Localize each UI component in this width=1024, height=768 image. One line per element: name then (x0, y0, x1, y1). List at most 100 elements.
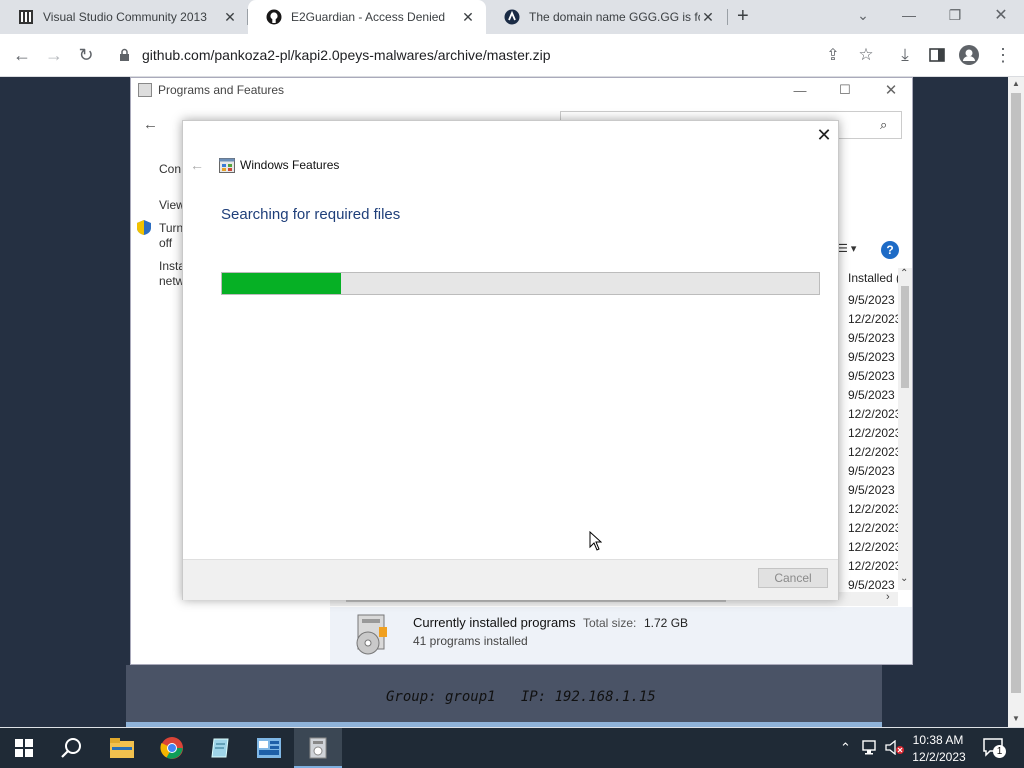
start-button[interactable] (0, 728, 48, 768)
program-installed-date[interactable]: 12/2/2023 (848, 407, 901, 421)
program-installed-date[interactable]: 12/2/2023 (848, 426, 901, 440)
start-icon (15, 739, 33, 757)
tab-title: Visual Studio Community 2013 (43, 10, 207, 24)
sidebar-link-turn-features-line2[interactable]: off (159, 236, 172, 250)
notification-center-button[interactable]: 1 (982, 736, 1006, 758)
remote-group-label: Group: group1 IP: 192.168.1.15 (386, 689, 656, 705)
tab-domain-ggg[interactable]: The domain name GGG.GG is fo ✕ (486, 0, 726, 34)
back-arrow-icon[interactable]: ← (190, 157, 204, 173)
chrome-icon (160, 737, 183, 759)
search-button[interactable] (48, 728, 96, 768)
program-list-scrollbar[interactable]: ⌃ ⌄ (898, 268, 912, 590)
program-installed-date[interactable]: 12/2/2023 (848, 502, 901, 516)
program-installed-date[interactable]: 9/5/2023 (848, 369, 895, 383)
notepad-button[interactable] (196, 728, 244, 768)
dialog-title: Windows Features (240, 158, 340, 172)
scroll-down-icon[interactable]: ⌄ (900, 573, 908, 584)
cancel-button[interactable]: Cancel (758, 568, 828, 588)
search-icon (61, 738, 81, 758)
programs-features-button[interactable] (294, 728, 342, 768)
network-icon[interactable] (862, 740, 879, 755)
tab-visual-studio[interactable]: Visual Studio Community 2013 ✕ (0, 0, 248, 34)
clock-time[interactable]: 10:38 AM (912, 733, 964, 747)
program-installed-date[interactable]: 12/2/2023 (848, 445, 901, 459)
program-installed-date[interactable]: 9/5/2023 (848, 331, 895, 345)
bookmark-star-icon[interactable]: ☆ (851, 40, 881, 70)
scroll-up-icon[interactable]: ▲ (1012, 79, 1020, 88)
scroll-up-icon[interactable]: ⌃ (900, 268, 908, 279)
program-installed-date[interactable]: 9/5/2023 (848, 578, 895, 592)
tab-search-icon[interactable]: ⌄ (840, 0, 886, 30)
show-hidden-icons-icon[interactable]: ⌃ (840, 740, 851, 756)
close-window-icon[interactable]: ✕ (871, 80, 911, 100)
share-icon[interactable]: ⇪ (818, 40, 848, 70)
program-installed-date[interactable]: 12/2/2023 (848, 559, 901, 573)
browser-toolbar: ← → ↻ github.com/pankoza2-pl/kapi2.0peys… (0, 34, 1024, 77)
program-installed-date[interactable]: 9/5/2023 (848, 350, 895, 364)
program-installed-date[interactable]: 12/2/2023 (848, 540, 901, 554)
back-arrow-icon[interactable]: ← (143, 116, 158, 133)
lock-icon[interactable] (119, 48, 130, 62)
dialog-heading: Searching for required files (221, 206, 401, 223)
program-installed-date[interactable]: 9/5/2023 (848, 483, 895, 497)
program-installed-date[interactable]: 9/5/2023 (848, 293, 895, 307)
programs-window-icon (138, 83, 152, 97)
page-scrollbar-thumb[interactable] (1011, 93, 1021, 693)
close-tab-icon[interactable]: ✕ (700, 9, 716, 26)
download-icon[interactable]: ⤓ (890, 40, 920, 70)
visual-studio-icon (19, 10, 33, 24)
status-size-value: 1.72 GB (644, 616, 689, 630)
forward-arrow-icon[interactable]: → (39, 40, 69, 70)
restore-icon[interactable]: ❐ (932, 0, 978, 30)
program-installed-date[interactable]: 12/2/2023 (848, 521, 901, 535)
program-installed-date[interactable]: 12/2/2023 (848, 312, 901, 326)
program-installed-date[interactable]: 9/5/2023 (848, 388, 895, 402)
program-list-scrollbar-thumb[interactable] (901, 286, 909, 388)
column-header-installed-on[interactable]: Installed ( (848, 271, 900, 285)
file-explorer-icon (110, 738, 134, 758)
scroll-down-icon[interactable]: ▼ (1012, 714, 1020, 723)
sidebar-link-turn-features[interactable]: Turn (159, 221, 183, 235)
volume-muted-icon[interactable] (885, 740, 905, 755)
status-title: Currently installed programs (413, 615, 576, 630)
menu-kebab-icon[interactable]: ⋮ (988, 40, 1018, 70)
minimize-icon[interactable]: — (780, 80, 820, 100)
view-options-dropdown[interactable]: ☰ ▾ (838, 242, 856, 255)
new-tab-button[interactable]: + (737, 5, 749, 28)
notepad-icon (211, 738, 229, 758)
installed-programs-icon (356, 614, 387, 655)
tab-e2guardian[interactable]: E2Guardian - Access Denied ✕ (248, 0, 486, 34)
reload-icon[interactable]: ↻ (71, 40, 101, 70)
chrome-button[interactable] (148, 728, 196, 768)
shield-icon (137, 220, 151, 235)
status-program-count: 41 programs installed (413, 634, 528, 648)
programs-features-icon (309, 737, 327, 759)
close-tab-icon[interactable]: ✕ (460, 9, 476, 26)
dialog-footer (183, 559, 838, 600)
program-installed-date[interactable]: 9/5/2023 (848, 464, 895, 478)
close-window-icon[interactable]: ✕ (978, 0, 1024, 30)
back-arrow-icon[interactable]: ← (7, 40, 37, 70)
file-explorer-button[interactable] (98, 728, 146, 768)
clock-date[interactable]: 12/2/2023 (910, 750, 968, 764)
progress-bar (221, 272, 820, 295)
sidebar-link-control-panel-home[interactable]: Con (159, 162, 181, 176)
search-icon[interactable]: ⌕ (880, 117, 887, 133)
maximize-icon[interactable]: ☐ (825, 80, 865, 100)
sidebar-link-install-network-line2[interactable]: netw (159, 274, 184, 288)
tab-title: E2Guardian - Access Denied (291, 10, 446, 24)
help-icon[interactable]: ? (881, 241, 899, 259)
progress-bar-fill (222, 273, 341, 294)
sidebar-link-view-updates[interactable]: View (159, 198, 185, 212)
page-scrollbar[interactable]: ▲ ▼ (1008, 77, 1024, 727)
profile-avatar-icon[interactable] (954, 40, 984, 70)
tab-title: The domain name GGG.GG is fo (529, 10, 700, 24)
scroll-right-icon[interactable]: › (886, 591, 890, 603)
control-panel-button[interactable] (245, 728, 293, 768)
minimize-icon[interactable]: — (886, 0, 932, 30)
side-panel-icon[interactable] (922, 40, 952, 70)
close-dialog-icon[interactable]: ✕ (813, 124, 835, 146)
close-tab-icon[interactable]: ✕ (222, 9, 238, 26)
url-text[interactable]: github.com/pankoza2-pl/kapi2.0peys-malwa… (142, 47, 551, 63)
mouse-cursor-icon (589, 531, 602, 551)
